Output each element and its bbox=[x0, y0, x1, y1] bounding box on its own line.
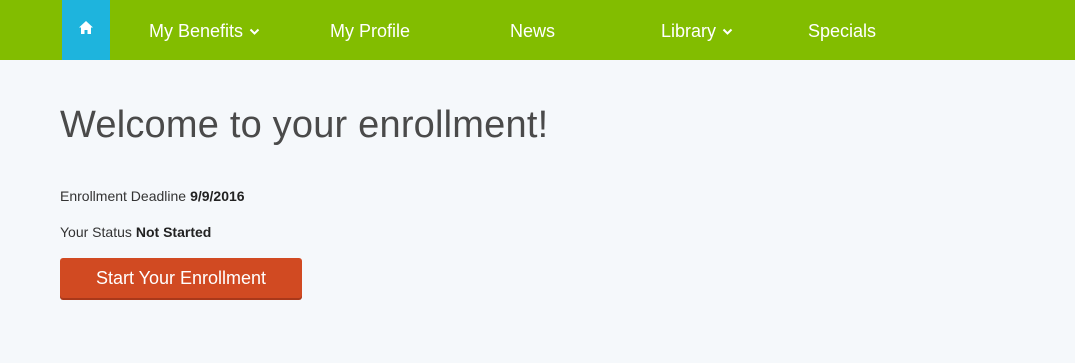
status-label: Your Status bbox=[60, 224, 132, 240]
nav-item-specials[interactable]: Specials bbox=[808, 0, 876, 60]
deadline-label: Enrollment Deadline bbox=[60, 188, 187, 204]
nav-item-label: My Benefits bbox=[149, 21, 244, 41]
nav-item-label: Library bbox=[661, 21, 717, 41]
nav-item-my-benefits[interactable]: My Benefits bbox=[149, 0, 260, 60]
chevron-down-icon bbox=[722, 0, 733, 61]
status-value: Not Started bbox=[135, 224, 212, 240]
top-navigation-bar: My Benefits My Profile News Library Spec… bbox=[0, 0, 1075, 60]
enrollment-deadline-row: Enrollment Deadline 9/9/2016 bbox=[60, 188, 245, 204]
chevron-down-icon bbox=[249, 0, 260, 61]
nav-item-library[interactable]: Library bbox=[661, 0, 733, 60]
start-enrollment-button[interactable]: Start Your Enrollment bbox=[60, 258, 302, 298]
page-title: Welcome to your enrollment! bbox=[60, 104, 549, 146]
nav-item-news[interactable]: News bbox=[510, 0, 555, 60]
nav-item-label: News bbox=[510, 21, 556, 41]
deadline-value: 9/9/2016 bbox=[190, 188, 245, 204]
home-button[interactable] bbox=[62, 0, 110, 60]
nav-item-label: My Profile bbox=[330, 21, 411, 41]
home-icon bbox=[78, 20, 94, 40]
status-row: Your Status Not Started bbox=[60, 224, 211, 240]
nav-item-label: Specials bbox=[808, 21, 877, 41]
nav-item-my-profile[interactable]: My Profile bbox=[330, 0, 410, 60]
